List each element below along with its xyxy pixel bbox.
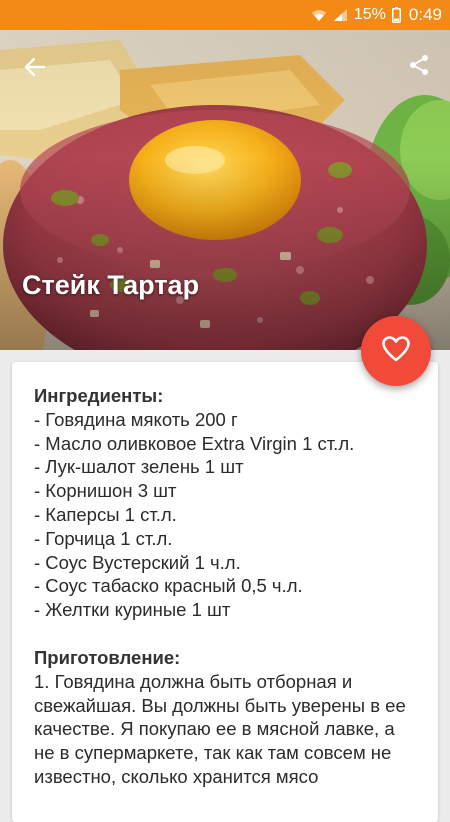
recipe-card: Ингредиенты: - Говядина мякоть 200 г - М…: [12, 362, 438, 822]
ingredient-item: - Масло оливковое Extra Virgin 1 ст.л.: [34, 432, 355, 454]
share-button[interactable]: [402, 50, 436, 84]
hero-gradient-overlay: [0, 30, 450, 350]
wifi-icon: [311, 8, 327, 22]
ingredients-heading: Ингредиенты:: [34, 385, 164, 406]
ingredient-item: - Соус табаско красный 0,5 ч.л.: [34, 575, 303, 597]
share-icon: [408, 54, 430, 81]
status-bar: 15% 0:49: [0, 0, 450, 30]
ingredient-item: - Лук-шалот зелень 1 шт: [34, 456, 244, 478]
favorite-button[interactable]: [361, 316, 431, 386]
signal-icon: [333, 8, 348, 22]
clock: 0:49: [408, 5, 442, 24]
recipe-hero-image: Стейк Тартар: [0, 30, 450, 350]
ingredient-item: - Желтки куриные 1 шт: [34, 599, 231, 621]
preparation-text: 1. Говядина должна быть отборная и свежа…: [34, 670, 406, 787]
ingredients-list: - Говядина мякоть 200 г - Масло оливково…: [34, 408, 416, 622]
ingredient-item: - Горчица 1 ст.л.: [34, 527, 173, 549]
back-button[interactable]: [18, 52, 52, 86]
battery-icon: [391, 7, 401, 23]
ingredient-item: - Соус Вустерский 1 ч.л.: [34, 551, 241, 573]
preparation-heading: Приготовление:: [34, 646, 181, 668]
ingredient-item: - Каперсы 1 ст.л.: [34, 503, 177, 525]
arrow-back-icon: [24, 56, 46, 83]
recipe-title: Стейк Тартар: [22, 270, 200, 300]
battery-percent: 15%: [353, 6, 386, 23]
heart-outline-icon: [382, 335, 410, 367]
ingredient-item: - Корнишон 3 шт: [34, 480, 177, 502]
ingredient-item: - Говядина мякоть 200 г: [34, 408, 238, 430]
